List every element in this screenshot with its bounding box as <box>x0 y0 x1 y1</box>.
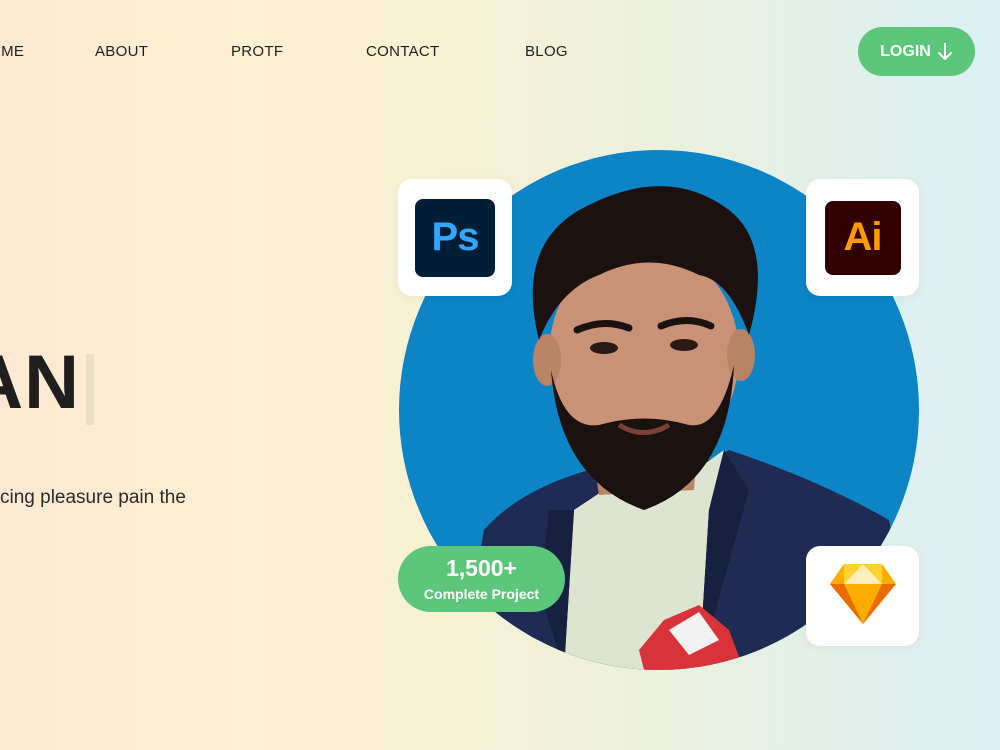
illustrator-label: Ai <box>843 215 883 259</box>
photoshop-icon: Ps <box>415 198 495 277</box>
login-button[interactable]: LOGIN <box>858 27 975 76</box>
photoshop-label: Ps <box>431 215 480 259</box>
login-label: LOGIN <box>880 42 931 60</box>
sketch-diamond-icon <box>828 562 898 631</box>
typing-cursor <box>86 354 94 425</box>
hero-subtitle: cing pleasure pain the <box>0 487 186 508</box>
illustrator-icon: Ai <box>824 200 901 275</box>
photoshop-card: Ps <box>398 179 512 296</box>
hero-heading-text: AN. <box>0 345 80 421</box>
stat-label: Complete Project <box>423 585 540 602</box>
hero-heading: AN. <box>0 345 80 421</box>
projects-stat-badge: 1,500+ Complete Project <box>398 546 565 612</box>
sketch-card <box>806 546 919 646</box>
nav-home[interactable]: HOME <box>0 43 24 60</box>
nav-blog[interactable]: BLOG <box>525 43 568 60</box>
nav-contact[interactable]: CONTACT <box>366 43 439 60</box>
arrow-down-icon <box>937 42 953 61</box>
nav-about[interactable]: ABOUT <box>95 43 148 60</box>
nav-portfolio[interactable]: PROTF <box>231 43 283 60</box>
stat-number: 1,500+ <box>446 555 517 582</box>
illustrator-card: Ai <box>806 179 919 296</box>
